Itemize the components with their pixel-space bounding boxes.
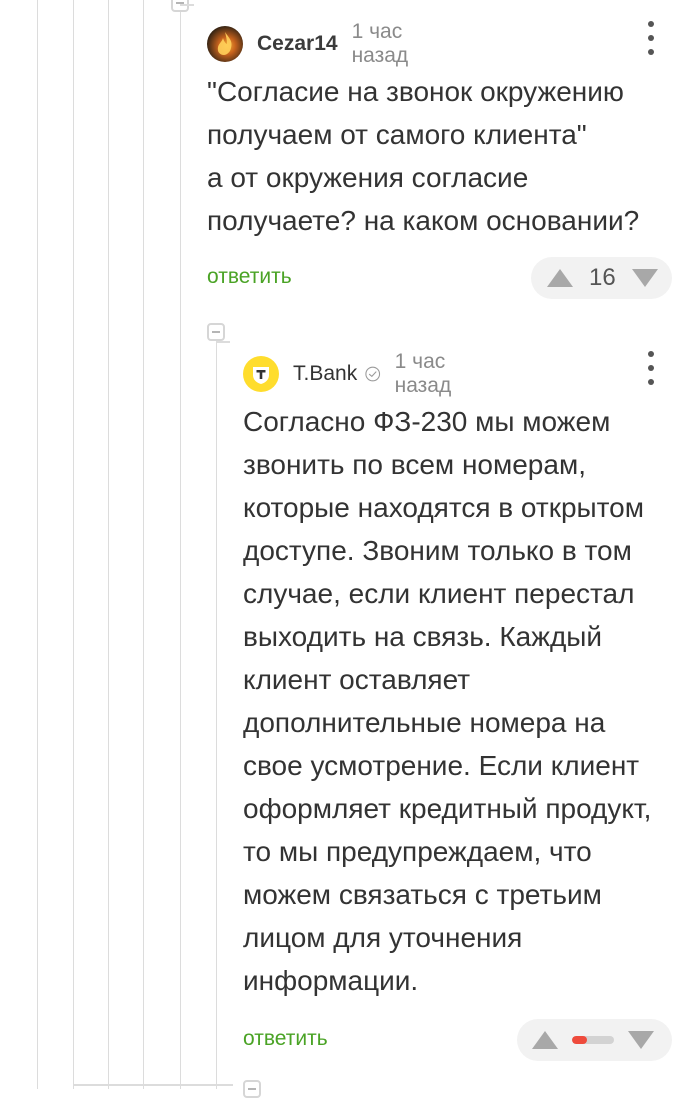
comment-text: Согласно ФЗ-230 мы можем звонить по всем… — [243, 406, 652, 996]
rating-fill — [572, 1036, 587, 1044]
thread-connector — [180, 4, 194, 6]
downvote-icon[interactable] — [631, 269, 658, 287]
vote-box: 16 — [531, 257, 672, 299]
comment-header: T.Bank 1 час назад — [243, 350, 462, 398]
more-options-icon[interactable] — [647, 21, 655, 55]
downvote-icon[interactable] — [628, 1031, 654, 1049]
collapse-thread-button[interactable] — [243, 1080, 261, 1098]
upvote-icon[interactable] — [532, 1031, 558, 1049]
reply-link[interactable]: ответить — [243, 1027, 328, 1051]
comment-header: Cezar14 1 час назад — [207, 20, 408, 68]
thread-line-2 — [73, 0, 74, 1089]
flame-avatar-icon[interactable] — [207, 26, 243, 62]
author-name[interactable]: Cezar14 — [257, 32, 338, 56]
thread-line-1 — [37, 0, 38, 1089]
collapse-thread-button[interactable] — [207, 323, 225, 341]
collapse-thread-button[interactable] — [171, 0, 189, 12]
more-options-icon[interactable] — [647, 351, 655, 385]
upvote-icon[interactable] — [547, 269, 573, 287]
thread-connector — [73, 1084, 233, 1086]
comment-text: "Согласие на звонок окружению получаем о… — [207, 76, 640, 236]
thread-line-5 — [180, 0, 181, 1089]
comment-time[interactable]: 1 час назад — [352, 20, 409, 68]
vote-score: 16 — [589, 264, 616, 291]
verified-check-icon — [365, 366, 381, 382]
comment-time[interactable]: 1 час назад — [395, 350, 462, 398]
thread-line-6 — [216, 340, 217, 1089]
thread-line-4 — [143, 0, 144, 1089]
rating-bar — [572, 1036, 614, 1044]
tbank-logo-icon[interactable] — [243, 356, 279, 392]
thread-connector — [216, 341, 230, 343]
vote-box — [517, 1019, 672, 1061]
reply-link[interactable]: ответить — [207, 265, 292, 289]
thread-line-3 — [108, 0, 109, 1089]
author-name[interactable]: T.Bank — [293, 362, 357, 386]
